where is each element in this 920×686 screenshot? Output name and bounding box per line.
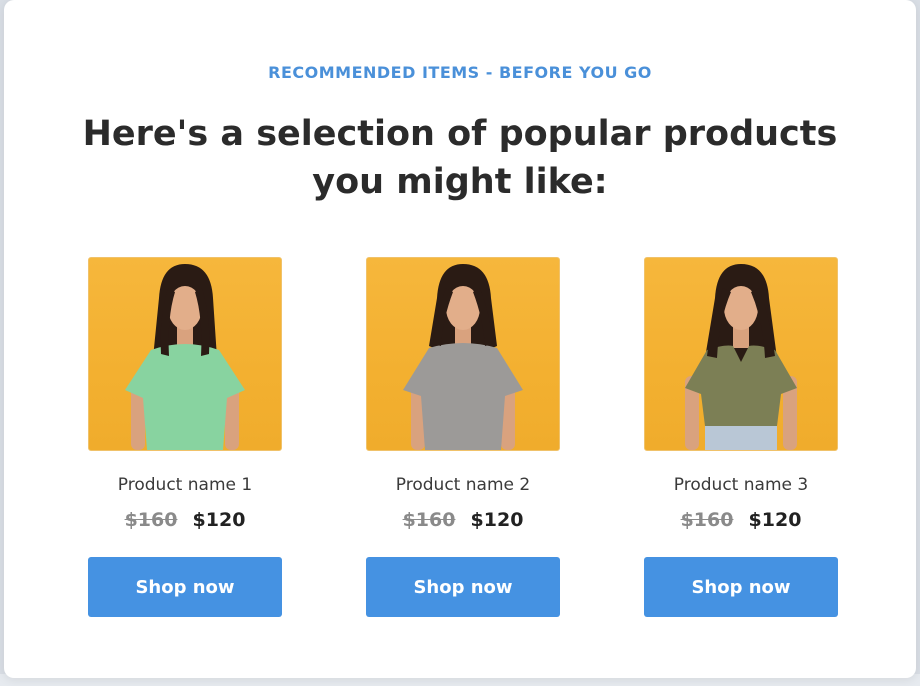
price-row-1: $160 $120: [88, 509, 282, 535]
shop-now-button-1[interactable]: Shop now: [88, 557, 282, 617]
product-card-2: Product name 2 $160 $120 Shop now: [366, 257, 560, 617]
eyebrow-label: RECOMMENDED ITEMS - BEFORE YOU GO: [268, 63, 652, 82]
new-price-2: $120: [470, 509, 524, 531]
shop-now-button-2[interactable]: Shop now: [366, 557, 560, 617]
product-image-2[interactable]: [366, 257, 560, 451]
old-price-3: $160: [680, 509, 734, 531]
new-price-1: $120: [192, 509, 246, 531]
product-image-3[interactable]: [644, 257, 838, 451]
product-card-3: Product name 3 $160 $120 Shop now: [644, 257, 838, 617]
modal-headline: Here's a selection of popular products y…: [82, 114, 838, 202]
old-price-1: $160: [124, 509, 178, 531]
product-name-1: Product name 1: [117, 475, 253, 495]
recommendation-modal: RECOMMENDED ITEMS - BEFORE YOU GO Here's…: [4, 0, 916, 678]
product-name-2: Product name 2: [395, 475, 531, 495]
new-price-3: $120: [748, 509, 802, 531]
shop-now-button-3[interactable]: Shop now: [644, 557, 838, 617]
old-price-2: $160: [402, 509, 456, 531]
price-row-2: $160 $120: [366, 509, 560, 535]
price-row-3: $160 $120: [644, 509, 838, 535]
product-card-1: Product name 1 $160 $120 Shop now: [88, 257, 282, 617]
product-image-1[interactable]: [88, 257, 282, 451]
product-name-3: Product name 3: [673, 475, 809, 495]
